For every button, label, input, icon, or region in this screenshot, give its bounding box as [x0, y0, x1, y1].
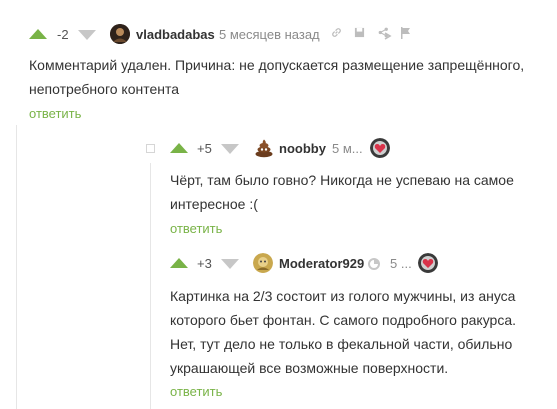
- thread-line-2: [150, 163, 151, 409]
- avatar-image: [110, 24, 130, 44]
- author-name[interactable]: vladbadabas: [136, 27, 215, 42]
- comment-text-line: непотребного контента: [29, 81, 180, 97]
- avatar-badge-icon[interactable]: [370, 138, 390, 158]
- downvote-button[interactable]: [221, 144, 239, 154]
- reply-link[interactable]: ответить: [170, 384, 222, 399]
- upvote-button[interactable]: [170, 143, 188, 153]
- avatar-badge-icon[interactable]: [418, 253, 438, 273]
- comment-text-line: Комментарий удален. Причина: не допускае…: [29, 57, 525, 73]
- comment-time[interactable]: 5 месяцев назад: [219, 27, 320, 42]
- upvote-button[interactable]: [170, 258, 188, 268]
- comment-text-line: украшающей все возможные поверхности.: [170, 360, 449, 376]
- comment-text-line: которого бьет фонтан. С самого подробног…: [170, 312, 517, 328]
- more-icon[interactable]: [383, 29, 393, 43]
- collapse-toggle[interactable]: [146, 144, 155, 153]
- moderator-shield-icon: [368, 257, 380, 275]
- save-icon[interactable]: [354, 27, 365, 41]
- comment-text-line: интересное :(: [170, 196, 258, 212]
- reply-link[interactable]: ответить: [170, 221, 222, 236]
- comment-rating: +3: [197, 256, 212, 271]
- comment-text-line: Нет, тут дело не только в фекальной част…: [170, 336, 513, 352]
- reply-link[interactable]: ответить: [29, 106, 81, 121]
- poop-icon[interactable]: [254, 138, 274, 163]
- author-name[interactable]: noobby: [279, 141, 326, 156]
- downvote-button[interactable]: [78, 30, 96, 40]
- comment-time[interactable]: 5 м...: [332, 141, 363, 156]
- downvote-button[interactable]: [221, 259, 239, 269]
- comment-rating: -2: [57, 27, 69, 42]
- upvote-button[interactable]: [29, 29, 47, 39]
- comment-text-line: Чёрт, там было говно? Никогда не успеваю…: [170, 172, 514, 188]
- flag-icon[interactable]: [400, 27, 411, 42]
- comment-time[interactable]: 5 ...: [390, 256, 412, 271]
- comment-rating: +5: [197, 141, 212, 156]
- avatar[interactable]: [110, 24, 130, 44]
- author-name[interactable]: Moderator929: [279, 256, 364, 271]
- link-icon[interactable]: [331, 27, 342, 41]
- avatar[interactable]: [253, 253, 273, 273]
- avatar-image: [253, 253, 273, 273]
- comment-text-line: Картинка на 2/3 состоит из голого мужчин…: [170, 288, 516, 304]
- thread-line-1: [16, 125, 17, 409]
